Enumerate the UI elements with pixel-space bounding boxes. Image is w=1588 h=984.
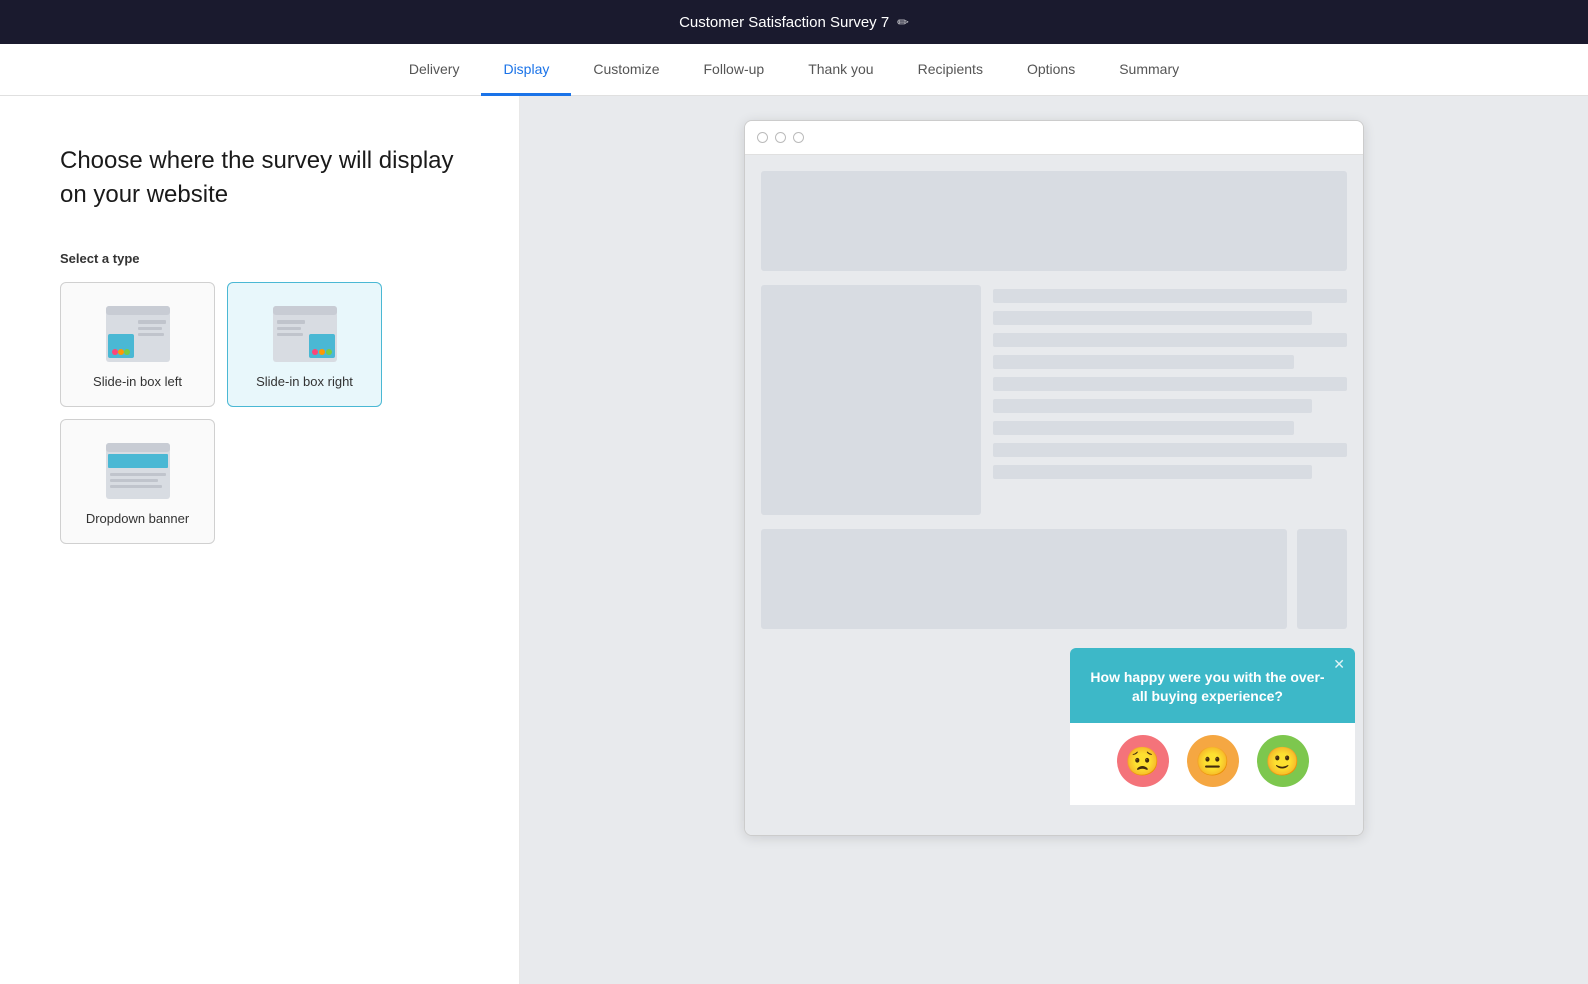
browser-dot-3 xyxy=(793,132,804,143)
dropdown-banner-label: Dropdown banner xyxy=(86,511,189,526)
content-text-placeholder xyxy=(993,285,1347,515)
survey-title: Customer Satisfaction Survey 7 xyxy=(679,14,889,31)
text-line-9 xyxy=(993,465,1312,479)
tab-thank-you[interactable]: Thank you xyxy=(786,45,895,96)
left-panel: Choose where the survey will display on … xyxy=(0,96,520,984)
slide-right-icon xyxy=(271,304,339,364)
type-card-slide-left[interactable]: Slide-in box left xyxy=(60,282,215,407)
dropdown-banner-icon xyxy=(104,441,172,501)
right-panel: ✕ How happy were you with the over-all b… xyxy=(520,96,1588,984)
slide-left-label: Slide-in box left xyxy=(93,374,182,389)
bottom-left-placeholder xyxy=(761,529,1287,629)
slide-right-label: Slide-in box right xyxy=(256,374,353,389)
emoji-neutral[interactable]: 😐 xyxy=(1187,735,1239,787)
tab-recipients[interactable]: Recipients xyxy=(896,45,1005,96)
slide-left-icon xyxy=(104,304,172,364)
emoji-sad[interactable]: 😟 xyxy=(1117,735,1169,787)
type-card-slide-right[interactable]: Slide-in box right xyxy=(227,282,382,407)
text-line-5 xyxy=(993,377,1347,391)
text-line-4 xyxy=(993,355,1294,369)
survey-question: How happy were you with the over-all buy… xyxy=(1070,648,1355,723)
bottom-row xyxy=(761,529,1347,629)
tab-display[interactable]: Display xyxy=(481,45,571,96)
page-heading: Choose where the survey will display on … xyxy=(60,144,459,211)
nav-tabs: Delivery Display Customize Follow-up Tha… xyxy=(0,44,1588,96)
text-line-8 xyxy=(993,443,1347,457)
top-bar: Customer Satisfaction Survey 7 ✏ xyxy=(0,0,1588,44)
tab-follow-up[interactable]: Follow-up xyxy=(682,45,787,96)
tab-summary[interactable]: Summary xyxy=(1097,45,1201,96)
type-grid: Slide-in box left xyxy=(60,282,459,544)
main-content: Choose where the survey will display on … xyxy=(0,96,1588,984)
text-line-6 xyxy=(993,399,1312,413)
survey-popup: ✕ How happy were you with the over-all b… xyxy=(1070,648,1355,805)
edit-icon[interactable]: ✏ xyxy=(897,14,909,31)
popup-emojis: 😟 😐 🙂 xyxy=(1070,723,1355,805)
text-line-2 xyxy=(993,311,1312,325)
type-card-dropdown-banner[interactable]: Dropdown banner xyxy=(60,419,215,544)
content-image-placeholder xyxy=(761,285,981,515)
browser-body: ✕ How happy were you with the over-all b… xyxy=(745,155,1363,835)
browser-dot-2 xyxy=(775,132,786,143)
browser-dot-1 xyxy=(757,132,768,143)
hero-placeholder xyxy=(761,171,1347,271)
text-line-7 xyxy=(993,421,1294,435)
browser-bar xyxy=(745,121,1363,155)
popup-close-button[interactable]: ✕ xyxy=(1333,656,1345,673)
tab-options[interactable]: Options xyxy=(1005,45,1097,96)
text-line-1 xyxy=(993,289,1347,303)
tab-customize[interactable]: Customize xyxy=(571,45,681,96)
bottom-right-placeholder xyxy=(1297,529,1347,629)
content-row xyxy=(761,285,1347,515)
browser-mockup: ✕ How happy were you with the over-all b… xyxy=(744,120,1364,836)
text-line-3 xyxy=(993,333,1347,347)
emoji-happy[interactable]: 🙂 xyxy=(1257,735,1309,787)
select-type-label: Select a type xyxy=(60,251,459,266)
tab-delivery[interactable]: Delivery xyxy=(387,45,482,96)
